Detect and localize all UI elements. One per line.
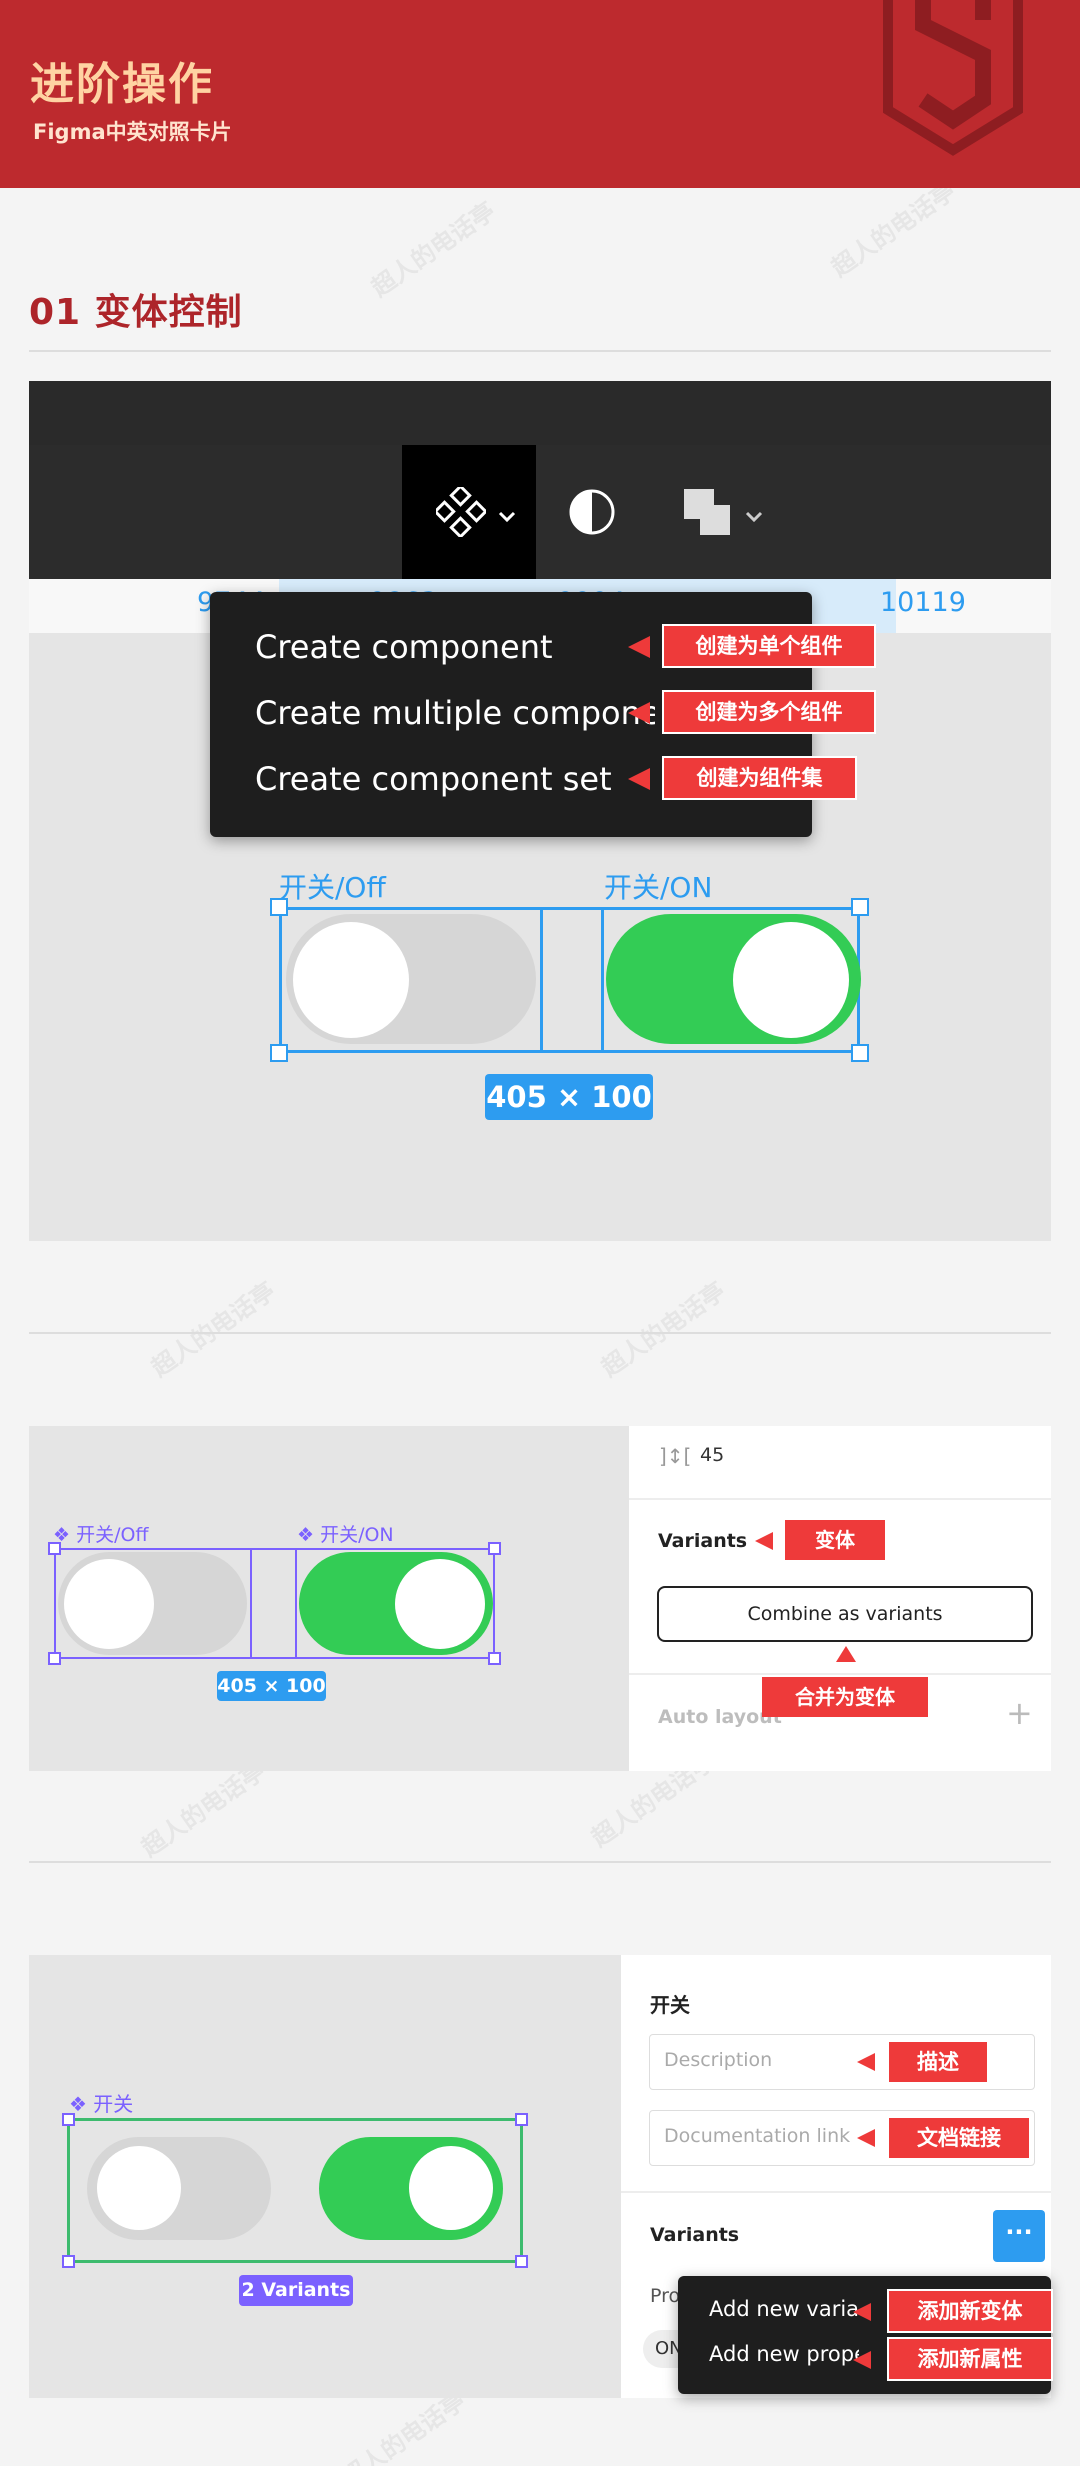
toggle-knob — [64, 1559, 154, 1649]
watermark: 超人的电话亭 — [146, 1276, 281, 1383]
spacing-icon: ]↕[ — [659, 1444, 692, 1468]
annotation-tag: 合并为变体 — [762, 1677, 928, 1717]
resize-handle[interactable] — [488, 1542, 501, 1555]
annotation-tag: 创建为组件集 — [662, 756, 857, 800]
pointer-arrow-icon — [853, 2303, 871, 2321]
resize-handle[interactable] — [488, 1652, 501, 1665]
watermark: 超人的电话亭 — [826, 176, 961, 283]
chevron-down-icon — [498, 511, 516, 523]
frame-label-off: 开关/Off — [279, 871, 386, 904]
figma-canvas-panel: 9744 9863 9994 10119 Create component Cr… — [29, 381, 1051, 1241]
combine-as-variants-button[interactable]: Combine as variants — [657, 1586, 1033, 1642]
component-label-off: ❖ 开关/Off — [53, 1524, 149, 1546]
pointer-arrow-icon — [853, 2351, 871, 2369]
section-title: 01 变体控制 — [29, 292, 243, 333]
pointer-arrow-icon — [628, 702, 650, 724]
component-name: 开关 — [650, 1993, 690, 2017]
documentation-link-placeholder: Documentation link — [664, 2125, 851, 2147]
resize-handle[interactable] — [851, 1044, 869, 1062]
chevron-down-icon[interactable] — [745, 511, 763, 523]
page-title: 进阶操作 — [30, 59, 214, 110]
variants-label: Variants — [658, 1530, 748, 1552]
resize-handle[interactable] — [851, 898, 869, 916]
resize-handle[interactable] — [62, 2113, 75, 2126]
toggle-knob — [395, 1559, 485, 1649]
pointer-arrow-icon — [857, 2129, 875, 2147]
spacing-value[interactable]: 45 — [700, 1444, 724, 1466]
annotation-tag: 描述 — [889, 2042, 987, 2082]
property-label: Property — [650, 2285, 680, 2307]
frame-label-on: 开关/ON — [604, 871, 713, 904]
toggle-knob — [293, 922, 409, 1038]
canvas-panel: ❖ 开关/Off ❖ 开关/ON 405 × 100 — [29, 1426, 629, 1771]
toggle-knob — [97, 2146, 181, 2230]
menu-item-add-new-property[interactable]: Add new property — [709, 2342, 859, 2366]
annotation-tag: 添加新变体 — [887, 2289, 1053, 2333]
resize-handle[interactable] — [48, 1652, 61, 1665]
resize-handle[interactable] — [48, 1542, 61, 1555]
properties-panel: ]↕[ 45 Variants 变体 Combine as variants A… — [629, 1426, 1051, 1771]
boolean-operations-icon[interactable] — [682, 487, 732, 537]
mask-icon[interactable] — [567, 487, 617, 537]
more-options-button[interactable]: ··· — [993, 2210, 1045, 2262]
pointer-arrow-icon — [628, 768, 650, 790]
variants-label: Variants — [650, 2224, 740, 2246]
canvas-panel: ❖ 开关 2 Variants — [29, 1955, 621, 2398]
annotation-tag: 变体 — [785, 1520, 885, 1560]
resize-handle[interactable] — [270, 898, 288, 916]
dimension-badge: 405 × 100 — [217, 1671, 326, 1701]
menu-item-create-component-set[interactable]: Create component set — [255, 760, 612, 798]
pointer-arrow-icon — [755, 1532, 773, 1550]
annotation-tag: 文档链接 — [889, 2118, 1029, 2158]
resize-handle[interactable] — [270, 1044, 288, 1062]
resize-handle[interactable] — [62, 2255, 75, 2268]
divider — [29, 1861, 1051, 1863]
menu-item-create-multiple-components[interactable]: Create multiple components — [255, 694, 655, 732]
toolbar — [29, 445, 1051, 579]
dimension-badge: 405 × 100 — [485, 1074, 653, 1120]
ruler-value: 10119 — [880, 587, 966, 618]
page-header: 进阶操作 Figma中英对照卡片 — [0, 0, 1080, 188]
pointer-arrow-icon — [857, 2053, 875, 2071]
watermark: 超人的电话亭 — [366, 196, 501, 303]
component-label-on: ❖ 开关/ON — [297, 1524, 394, 1546]
annotation-tag: 创建为多个组件 — [662, 690, 876, 734]
add-icon[interactable]: + — [1006, 1694, 1033, 1732]
divider — [29, 1332, 1051, 1334]
watermark: 超人的电话亭 — [596, 1276, 731, 1383]
component-tool-button[interactable] — [402, 445, 536, 579]
annotation-tag: 创建为单个组件 — [662, 624, 876, 668]
title-bar — [29, 381, 1051, 445]
toggle-knob — [733, 922, 849, 1038]
pointer-arrow-icon — [836, 1646, 856, 1662]
divider — [29, 350, 1051, 352]
menu-item-create-component[interactable]: Create component — [255, 628, 553, 666]
toggle-knob — [409, 2146, 493, 2230]
menu-item-add-new-variant[interactable]: Add new variant — [709, 2297, 859, 2321]
component-icon — [436, 487, 486, 537]
description-placeholder: Description — [664, 2049, 773, 2071]
annotation-tag: 添加新属性 — [887, 2337, 1053, 2381]
resize-handle[interactable] — [515, 2255, 528, 2268]
pointer-arrow-icon — [628, 636, 650, 658]
component-set-label: ❖ 开关 — [69, 2092, 134, 2116]
brand-logo-icon — [883, 0, 1023, 156]
page-subtitle: Figma中英对照卡片 — [33, 120, 232, 144]
variants-count-badge: 2 Variants — [239, 2275, 353, 2306]
resize-handle[interactable] — [515, 2113, 528, 2126]
